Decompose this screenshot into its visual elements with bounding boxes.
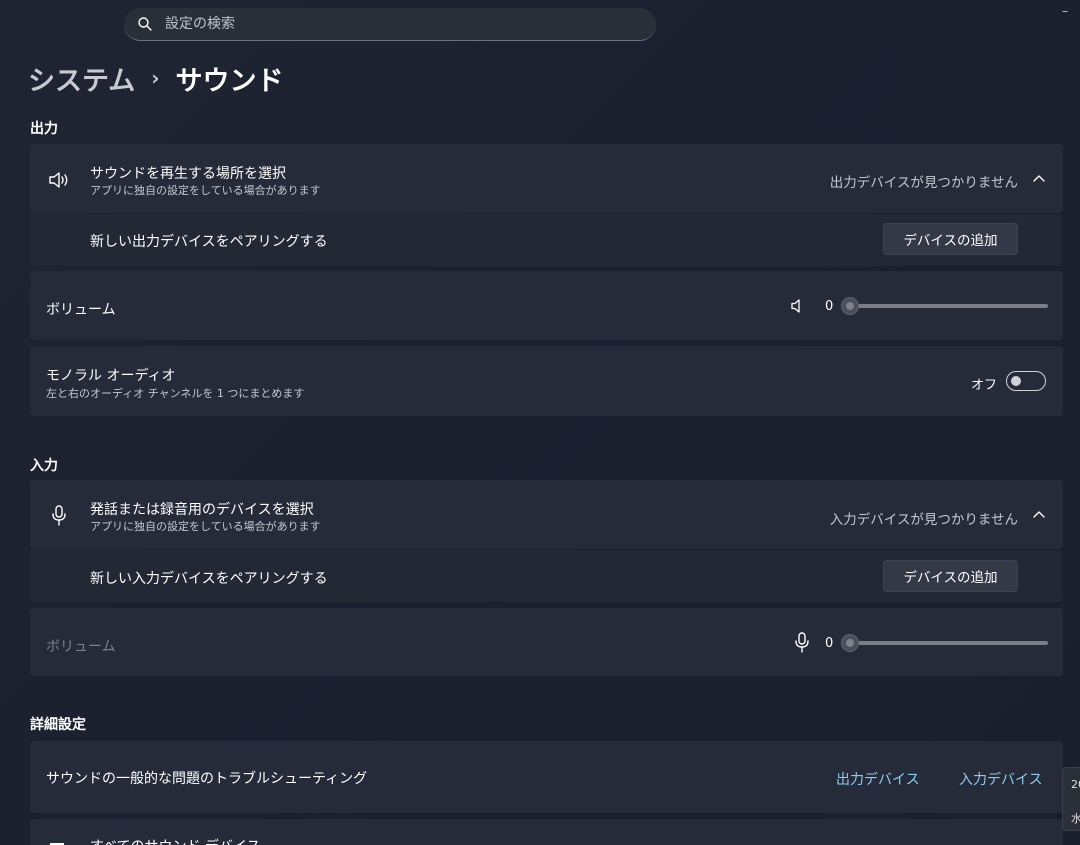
search-icon: [138, 17, 152, 31]
troubleshoot-output-link[interactable]: 出力デバイス: [836, 769, 920, 789]
side-popup: 20 水: [1062, 767, 1080, 831]
input-device-row[interactable]: 発話または録音用のデバイスを選択 アプリに独自の設定をしている場合があります 入…: [30, 480, 1063, 549]
input-pair-row: 新しい入力デバイスをペアリングする デバイスの追加: [30, 550, 1063, 602]
mono-audio-state: オフ: [971, 378, 998, 393]
troubleshoot-input-link[interactable]: 入力デバイス: [959, 769, 1043, 789]
minimize-button[interactable]: –: [1058, 4, 1072, 18]
input-volume-row: ボリューム 0: [30, 608, 1063, 676]
output-volume-row: ボリューム 0: [30, 271, 1063, 340]
output-device-status: 出力デバイスが見つかりません: [829, 175, 1018, 191]
troubleshoot-row: サウンドの一般的な問題のトラブルシューティング 出力デバイス 入力デバイス: [30, 741, 1063, 813]
microphone-icon[interactable]: [794, 632, 810, 654]
output-device-row[interactable]: サウンドを再生する場所を選択 アプリに独自の設定をしている場合があります 出力デ…: [30, 144, 1063, 213]
breadcrumb-separator: ›: [151, 66, 160, 90]
speaker-mute-icon[interactable]: [789, 298, 805, 314]
input-device-title: 発話または録音用のデバイスを選択: [90, 502, 314, 518]
input-volume-slider[interactable]: [845, 641, 1048, 645]
side-popup-line2: 水: [1071, 812, 1080, 825]
advanced-section-title: 詳細設定: [30, 717, 86, 733]
chevron-up-icon[interactable]: [1032, 172, 1046, 186]
input-volume-thumb[interactable]: [841, 634, 859, 652]
output-section-title: 出力: [30, 121, 58, 137]
output-volume-slider[interactable]: [845, 304, 1048, 308]
microphone-icon: [52, 505, 66, 526]
settings-window: – システム › サウンド 出力 サウンドを再生する場所を選択 アプリに独自の設…: [0, 0, 1080, 845]
output-pair-label: 新しい出力デバイスをペアリングする: [90, 234, 328, 250]
all-sound-devices-row[interactable]: すべてのサウンド デバイス: [30, 819, 1063, 845]
search-box[interactable]: [124, 8, 656, 41]
chevron-up-icon[interactable]: [1032, 508, 1046, 522]
toggle-knob: [1011, 376, 1021, 386]
input-section-title: 入力: [30, 458, 58, 474]
search-input[interactable]: [163, 15, 607, 33]
mono-audio-title: モノラル オーディオ: [46, 368, 176, 384]
input-device-status: 入力デバイスが見つかりません: [829, 512, 1018, 528]
output-volume-label: ボリューム: [46, 302, 116, 318]
mono-audio-subtitle: 左と右のオーディオ チャンネルを 1 つにまとめます: [46, 387, 305, 400]
input-pair-label: 新しい入力デバイスをペアリングする: [90, 571, 328, 587]
output-volume-thumb[interactable]: [841, 297, 859, 315]
mono-audio-toggle[interactable]: [1006, 371, 1046, 391]
input-volume-value: 0: [825, 636, 834, 651]
all-sound-devices-label: すべてのサウンド デバイス: [90, 836, 261, 845]
mono-audio-row: モノラル オーディオ 左と右のオーディオ チャンネルを 1 つにまとめます オフ: [30, 346, 1063, 416]
breadcrumb-parent[interactable]: システム: [28, 59, 135, 98]
page-title: サウンド: [175, 65, 284, 97]
output-device-subtitle: アプリに独自の設定をしている場合があります: [90, 184, 321, 197]
input-volume-label: ボリューム: [46, 639, 116, 655]
add-output-device-button[interactable]: デバイスの追加: [883, 223, 1018, 255]
input-device-subtitle: アプリに独自の設定をしている場合があります: [90, 520, 321, 533]
troubleshoot-label: サウンドの一般的な問題のトラブルシューティング: [46, 771, 368, 787]
output-volume-value: 0: [825, 299, 834, 314]
speaker-icon: [49, 172, 68, 188]
add-input-device-button[interactable]: デバイスの追加: [883, 560, 1018, 592]
output-device-title: サウンドを再生する場所を選択: [90, 166, 286, 182]
side-popup-line1: 20: [1071, 778, 1080, 791]
breadcrumb: システム › サウンド: [28, 58, 283, 98]
output-pair-row: 新しい出力デバイスをペアリングする デバイスの追加: [30, 214, 1063, 266]
